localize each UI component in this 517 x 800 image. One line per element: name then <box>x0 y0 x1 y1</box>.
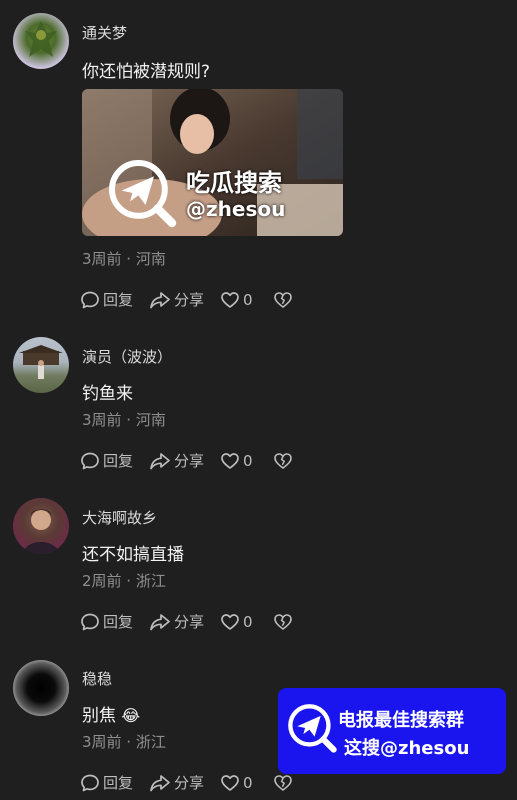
reply-button[interactable]: 回复 <box>80 450 133 471</box>
share-icon <box>149 451 171 471</box>
share-icon <box>149 773 171 793</box>
comment-text: 还不如搞直播 <box>82 545 184 565</box>
username[interactable]: 演员（波波） <box>82 346 172 367</box>
comment-text: 你还怕被潜规则? <box>82 62 211 82</box>
reply-label: 回复 <box>103 291 134 309</box>
comment-actions: 回复 分享 0 <box>80 450 312 471</box>
like-button[interactable]: 0 <box>220 451 253 471</box>
comment-icon <box>80 451 100 471</box>
reply-button[interactable]: 回复 <box>80 611 133 632</box>
dislike-button[interactable] <box>273 773 296 793</box>
broken-heart-icon <box>273 612 293 632</box>
reply-button[interactable]: 回复 <box>80 772 133 793</box>
banner-handle: 这搜@zhesou <box>344 738 470 759</box>
comment-text-content: 别焦 <box>82 706 116 726</box>
search-logo-icon <box>286 702 338 754</box>
like-count: 0 <box>243 612 253 631</box>
share-button[interactable]: 分享 <box>149 450 204 471</box>
avatar[interactable] <box>13 337 69 393</box>
share-button[interactable]: 分享 <box>149 772 204 793</box>
comment-image[interactable]: 吃瓜搜索 @zhesou <box>82 89 343 236</box>
avatar[interactable] <box>13 498 69 554</box>
share-label: 分享 <box>174 291 205 309</box>
like-count: 0 <box>243 451 253 470</box>
like-button[interactable]: 0 <box>220 290 253 310</box>
reply-button[interactable]: 回复 <box>80 289 133 310</box>
share-label: 分享 <box>174 774 205 792</box>
comment-meta: 3周前 · 河南 <box>82 411 166 429</box>
reply-label: 回复 <box>103 452 134 470</box>
laughing-emoji-icon: 😂 <box>121 706 141 725</box>
comment-icon <box>80 290 100 310</box>
avatar-person-icon <box>23 509 59 554</box>
heart-icon <box>220 612 240 632</box>
comment-actions: 回复 分享 0 <box>80 772 312 793</box>
reply-label: 回复 <box>103 774 134 792</box>
broken-heart-icon <box>273 773 293 793</box>
share-label: 分享 <box>174 452 205 470</box>
avatar[interactable] <box>13 660 69 716</box>
share-icon <box>149 290 171 310</box>
comment-actions: 回复 分享 0 <box>80 289 312 310</box>
comment-meta: 2周前 · 浙江 <box>82 572 166 590</box>
share-icon <box>149 612 171 632</box>
broken-heart-icon <box>273 451 293 471</box>
comment-text: 别焦 😂 <box>82 701 140 726</box>
avatar-figure-icon <box>25 21 57 57</box>
comment-meta: 3周前 · 浙江 <box>82 733 166 751</box>
broken-heart-icon <box>273 290 293 310</box>
reply-label: 回复 <box>103 613 134 631</box>
share-button[interactable]: 分享 <box>149 289 204 310</box>
promo-banner[interactable]: 电报最佳搜索群 这搜@zhesou <box>278 688 506 774</box>
search-logo-icon <box>106 157 178 229</box>
username[interactable]: 通关梦 <box>82 22 127 43</box>
comment-text: 钓鱼来 <box>82 384 133 404</box>
banner-title: 电报最佳搜索群 <box>338 710 464 731</box>
share-label: 分享 <box>174 613 205 631</box>
comment-actions: 回复 分享 0 <box>80 611 312 632</box>
dislike-button[interactable] <box>273 451 296 471</box>
like-count: 0 <box>243 773 253 792</box>
username[interactable]: 大海啊故乡 <box>82 507 157 528</box>
like-button[interactable]: 0 <box>220 773 253 793</box>
watermark-handle: @zhesou <box>186 197 286 221</box>
comment-icon <box>80 612 100 632</box>
username[interactable]: 稳稳 <box>82 668 112 689</box>
comment-icon <box>80 773 100 793</box>
heart-icon <box>220 290 240 310</box>
dislike-button[interactable] <box>273 612 296 632</box>
avatar-photo-icon <box>19 345 63 379</box>
share-button[interactable]: 分享 <box>149 611 204 632</box>
like-button[interactable]: 0 <box>220 612 253 632</box>
heart-icon <box>220 451 240 471</box>
heart-icon <box>220 773 240 793</box>
avatar[interactable] <box>13 13 69 69</box>
dislike-button[interactable] <box>273 290 296 310</box>
like-count: 0 <box>243 290 253 309</box>
watermark-title: 吃瓜搜索 <box>186 169 282 197</box>
comment-meta: 3周前 · 河南 <box>82 250 166 268</box>
